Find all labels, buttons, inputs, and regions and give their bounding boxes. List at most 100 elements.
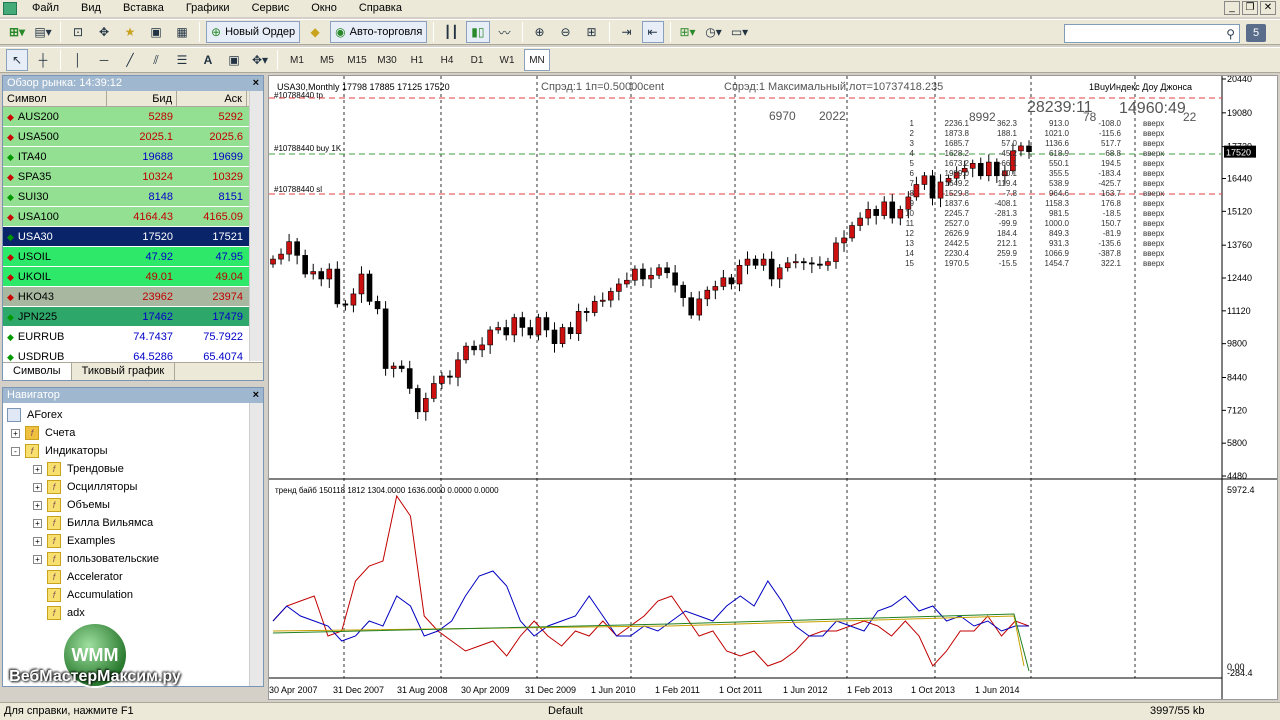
candle	[607, 287, 614, 308]
expand-icon[interactable]: +	[33, 518, 42, 528]
cursor-tool[interactable]: ↖	[6, 49, 28, 71]
new-order-button[interactable]: ⊕ Новый Ордер	[206, 21, 301, 43]
indicators-button[interactable]: ⊞▾	[677, 21, 699, 43]
terminal-toggle[interactable]: ▣	[145, 21, 167, 43]
periods-button[interactable]: ◷▾	[703, 21, 725, 43]
navigator-root[interactable]: AForex	[7, 406, 263, 424]
navigator-item[interactable]: f adx	[7, 604, 263, 622]
market-watch-row[interactable]: ◆ USA30 17520 17521	[3, 227, 263, 247]
navigator-item[interactable]: + f Осцилляторы	[7, 478, 263, 496]
arrows-tool[interactable]: ✥▾	[249, 49, 271, 71]
close-icon[interactable]: ×	[253, 388, 263, 403]
candle-bear	[302, 255, 308, 275]
navigator-item[interactable]: + f Трендовые	[7, 460, 263, 478]
market-watch-row[interactable]: ◆ SUI30 8148 8151	[3, 187, 263, 207]
navigator-item[interactable]: + f Examples	[7, 532, 263, 550]
vertical-line-tool[interactable]: │	[67, 49, 89, 71]
expand-icon[interactable]: +	[33, 482, 42, 492]
menu-help[interactable]: Справка	[348, 0, 413, 17]
col-ask[interactable]: Аск	[177, 91, 247, 106]
channel-tool[interactable]: ⫽	[145, 49, 167, 71]
market-watch-row[interactable]: ◆ USA500 2025.1 2025.6	[3, 127, 263, 147]
timeframe-d1[interactable]: D1	[464, 49, 490, 71]
navigator-item[interactable]: - f Индикаторы	[7, 442, 263, 460]
zoom-in-button[interactable]: ⊕	[529, 21, 551, 43]
col-bid[interactable]: Бид	[107, 91, 177, 106]
timeframe-m5[interactable]: M5	[314, 49, 340, 71]
menu-tools[interactable]: Сервис	[241, 0, 301, 17]
timeframe-m30[interactable]: M30	[374, 49, 400, 71]
tester-toggle[interactable]: ▦	[171, 21, 193, 43]
restore-button[interactable]: ❐	[1242, 1, 1258, 15]
market-watch-row[interactable]: ◆ SPA35 10324 10329	[3, 167, 263, 187]
close-button[interactable]: ✕	[1260, 1, 1276, 15]
menu-insert[interactable]: Вставка	[112, 0, 175, 17]
minimize-button[interactable]: _	[1224, 1, 1240, 15]
market-watch-row[interactable]: ◆ UKOIL 49.01 49.04	[3, 267, 263, 287]
market-watch-toggle[interactable]: ⊡	[67, 21, 89, 43]
navigator-item[interactable]: + f Счета	[7, 424, 263, 442]
expand-icon[interactable]: +	[33, 536, 42, 546]
search-counter[interactable]: 5	[1246, 24, 1266, 42]
fibonacci-tool[interactable]: ☰	[171, 49, 193, 71]
market-watch-row[interactable]: ◆ JPN225 17462 17479	[3, 307, 263, 327]
navigator-item[interactable]: + f Билла Вильямса	[7, 514, 263, 532]
search-input[interactable]: ⚲	[1064, 24, 1240, 43]
horizontal-line-tool[interactable]: ─	[93, 49, 115, 71]
close-icon[interactable]: ×	[253, 76, 263, 91]
market-watch-row[interactable]: ◆ USOIL 47.92 47.95	[3, 247, 263, 267]
expand-icon[interactable]: +	[33, 554, 42, 564]
metaeditor-button[interactable]: ◆	[304, 21, 326, 43]
navigator-scrollbar[interactable]	[249, 403, 263, 686]
collapse-icon[interactable]: -	[11, 446, 20, 456]
line-chart-button[interactable]: 〰	[494, 21, 516, 43]
navigator-item[interactable]: + f Объемы	[7, 496, 263, 514]
data-window-toggle[interactable]: ✥	[93, 21, 115, 43]
crosshair-tool[interactable]: ┼	[32, 49, 54, 71]
order-tp-label: #10788440 tp	[274, 91, 323, 100]
market-watch-row[interactable]: ◆ AUS200 5289 5292	[3, 107, 263, 127]
timeframe-mn[interactable]: MN	[524, 49, 550, 71]
navigator-toggle[interactable]: ★	[119, 21, 141, 43]
col-symbol[interactable]: Символ	[3, 91, 107, 106]
navigator-item[interactable]: f Accelerator	[7, 568, 263, 586]
navigator-item[interactable]: f Accumulation	[7, 586, 263, 604]
menu-charts[interactable]: Графики	[175, 0, 241, 17]
market-watch-row[interactable]: ◆ ITA40 19688 19699	[3, 147, 263, 167]
text-tool[interactable]: A	[197, 49, 219, 71]
market-watch-scrollbar[interactable]	[249, 91, 263, 361]
navigator-item[interactable]: + f пользовательские	[7, 550, 263, 568]
autoscroll-button[interactable]: ⇥	[616, 21, 638, 43]
menu-file[interactable]: Файл	[21, 0, 70, 17]
timeframe-m15[interactable]: M15	[344, 49, 370, 71]
expand-icon[interactable]: +	[33, 464, 42, 474]
bar-chart-button[interactable]: ┃┃	[440, 21, 462, 43]
menu-view[interactable]: Вид	[70, 0, 112, 17]
chart-shift-button[interactable]: ⇤	[641, 21, 664, 43]
timeframe-m1[interactable]: M1	[284, 49, 310, 71]
tile-windows-button[interactable]: ⊞	[581, 21, 603, 43]
stats-cell: 10	[905, 209, 914, 218]
new-chart-button[interactable]: ⊞▾	[6, 21, 28, 43]
expand-icon[interactable]: +	[33, 500, 42, 510]
templates-button[interactable]: ▭▾	[729, 21, 751, 43]
profiles-button[interactable]: ▤▾	[32, 21, 54, 43]
timeframe-w1[interactable]: W1	[494, 49, 520, 71]
trendline-tool[interactable]: ╱	[119, 49, 141, 71]
market-watch-row[interactable]: ◆ EURRUB 74.7437 75.7922	[3, 327, 263, 347]
timeframe-h1[interactable]: H1	[404, 49, 430, 71]
label-tool[interactable]: ▣	[223, 49, 245, 71]
timeframe-h4[interactable]: H4	[434, 49, 460, 71]
market-watch-row[interactable]: ◆ USA100 4164.43 4165.09	[3, 207, 263, 227]
tab-tick-chart[interactable]: Тиковый график	[72, 363, 176, 380]
candlestick-button[interactable]: ▮▯	[466, 21, 490, 43]
chart-window[interactable]: USA30,Monthly 17798 17885 17125 17520 Сп…	[268, 74, 1278, 700]
market-watch-row[interactable]: ◆ HKO43 23962 23974	[3, 287, 263, 307]
zoom-out-button[interactable]: ⊖	[555, 21, 577, 43]
menu-window[interactable]: Окно	[300, 0, 348, 17]
expand-icon[interactable]: +	[11, 428, 20, 438]
price-chart[interactable]: USA30,Monthly 17798 17885 17125 17520 Сп…	[269, 74, 1277, 699]
status-profile[interactable]: Default	[548, 703, 583, 720]
tab-symbols[interactable]: Символы	[3, 363, 72, 380]
auto-trading-button[interactable]: ◉ Авто-торговля	[330, 21, 428, 43]
